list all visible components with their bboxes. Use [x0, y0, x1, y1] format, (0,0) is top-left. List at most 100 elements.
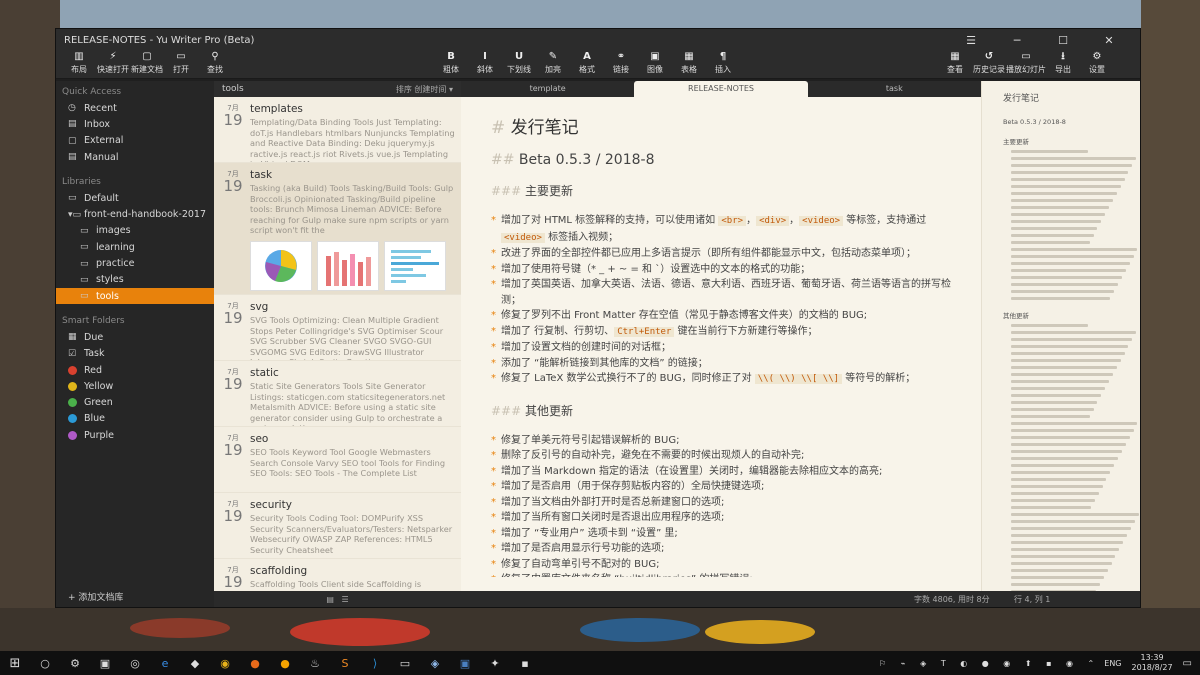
doc-other-updates: 其他更新 [525, 403, 574, 418]
notification-icon[interactable]: ▭ [1183, 658, 1192, 669]
outline-title[interactable]: 发行笔记 [1003, 91, 1132, 104]
list-item[interactable]: 7月 19 static Static Site Generators Tools S… [214, 361, 461, 427]
other-update-item: 修复了单美元符号引起错误解析的 BUG; [491, 433, 969, 449]
format-button[interactable]: A 格式 [570, 51, 604, 75]
color-tag-yellow[interactable]: Yellow [56, 378, 214, 394]
list-view-icon[interactable]: ▤ ☰ [214, 595, 461, 604]
table-icon: ▦ [684, 51, 694, 62]
paragraph-button[interactable]: ¶ 插入 [706, 51, 740, 75]
cube-icon[interactable]: ◈ [420, 657, 450, 670]
history-button[interactable]: ↺ 历史记录 [972, 51, 1006, 75]
tray-icons[interactable]: ⚐ ⌁ ◈ T ◐ ● ◉ ⬆ ▪ ◉ ⌃ [879, 659, 1100, 668]
slides-button[interactable]: ▭ 播放幻灯片 [1006, 51, 1046, 75]
library-images[interactable]: ▭ images [56, 223, 214, 239]
virtualbox-icon[interactable]: ▣ [450, 657, 480, 670]
italic-button[interactable]: I 斜体 [468, 51, 502, 75]
new-doc-button[interactable]: ▢ 新建文档 [130, 51, 164, 75]
app-icon-3[interactable]: ● [270, 657, 300, 670]
library-learning[interactable]: ▭ learning [56, 239, 214, 255]
view-button[interactable]: ▦ 查看 [938, 51, 972, 75]
outline-line [1011, 206, 1110, 209]
editor-pane: template RELEASE-NOTES task # 发行笔记 ## Beta… [461, 81, 981, 607]
app-icon[interactable]: ◎ [120, 657, 150, 670]
list-item[interactable]: 7月 19 task Tasking (aka Build) Tools Taskin… [214, 163, 461, 295]
app-icon-5[interactable]: ▪ [510, 657, 540, 670]
editor-content[interactable]: # 发行笔记 ## Beta 0.5.3 / 2018-8 ### 主要更新 增… [461, 97, 981, 577]
store-icon[interactable]: ▣ [90, 657, 120, 670]
edge-icon[interactable]: e [150, 657, 180, 670]
app-icon-2[interactable]: ◆ [180, 657, 210, 670]
underline-button[interactable]: U 下划线 [502, 51, 536, 75]
app-icon-4[interactable]: ✦ [480, 657, 510, 670]
list-item[interactable]: 7月 19 templates Templating/Data Binding Too… [214, 97, 461, 163]
bold-button[interactable]: B 粗体 [434, 51, 468, 75]
maximize-button[interactable]: ☐ [1040, 34, 1086, 47]
date-day: 19 [223, 111, 243, 129]
outline-main[interactable]: 主要更新 [1003, 136, 1132, 146]
windows-start-icon[interactable]: ⊞ [0, 656, 30, 671]
library-practice[interactable]: ▭ practice [56, 255, 214, 271]
sidebar-item-external[interactable]: ▢ External [56, 133, 214, 149]
steam-icon[interactable]: ♨ [300, 657, 330, 670]
document-list: tools 排序 创建时间 ▾ 7月 19 templates Templating/… [214, 81, 461, 607]
outline-line [1011, 506, 1091, 509]
library-tools[interactable]: ▭ tools [56, 287, 214, 305]
other-update-item: 增加了是否启用显示行号功能的选项; [491, 541, 969, 557]
outline-line [1011, 373, 1113, 376]
search-button[interactable]: ⚲ 查找 [198, 51, 232, 75]
add-library-button[interactable]: + 添加文档库 [68, 590, 123, 603]
gear-button[interactable]: ⚙ 设置 [1080, 51, 1114, 75]
app-window: RELEASE-NOTES - Yu Writer Pro (Beta) ☰ ─… [55, 28, 1141, 608]
list-item[interactable]: 7月 19 svg SVG Tools Optimizing: Clean Multi… [214, 295, 461, 361]
color-tag-blue[interactable]: Blue [56, 411, 214, 427]
list-item-excerpt: Tasking (aka Build) Tools Tasking/Build … [250, 183, 454, 235]
thumbnail-pie[interactable] [250, 240, 312, 291]
sidebar-item-manual[interactable]: ▤ Manual [56, 149, 214, 165]
export-button[interactable]: ⭳ 导出 [1046, 51, 1080, 75]
library-Default[interactable]: ▭ Default [56, 190, 214, 206]
sidebar-item-inbox[interactable]: ▤ Inbox [56, 116, 214, 132]
folder-button[interactable]: ▭ 打开 [164, 51, 198, 75]
cortana-icon[interactable]: ○ [30, 657, 60, 670]
image-button[interactable]: ▣ 图像 [638, 51, 672, 75]
minimize-button[interactable]: ─ [994, 34, 1040, 47]
layout-button[interactable]: ▥ 布局 [62, 51, 96, 75]
language-indicator[interactable]: ENG [1104, 659, 1121, 668]
close-button[interactable]: ✕ [1086, 34, 1132, 47]
lightning-icon: ⚡ [109, 51, 117, 62]
tab-task[interactable]: task [808, 81, 981, 97]
tab-release-notes[interactable]: RELEASE-NOTES [634, 81, 808, 97]
outline-version[interactable]: Beta 0.5.3 / 2018-8 [1003, 118, 1132, 126]
tab-template[interactable]: template [461, 81, 634, 97]
color-tag-green[interactable]: Green [56, 394, 214, 410]
sidebar-item-recent[interactable]: ◷ Recent [56, 100, 214, 116]
library-styles[interactable]: ▭ styles [56, 272, 214, 288]
other-update-item: 修复了自动弯单引号不配对的 BUG; [491, 557, 969, 573]
thumbnail-bars[interactable] [317, 240, 379, 291]
library-front-end-handbook-2017[interactable]: ▾▭ front-end-handbook-2017 [56, 206, 214, 222]
menu-icon[interactable]: ☰ [948, 34, 994, 47]
brush-button[interactable]: ✎ 加亮 [536, 51, 570, 75]
color-tag-purple[interactable]: Purple [56, 427, 214, 443]
layout-icon: ▥ [74, 51, 84, 62]
chrome-icon[interactable]: ◉ [210, 657, 240, 670]
smart-folder-due[interactable]: ▦ Due [56, 329, 214, 345]
terminal-icon[interactable]: ▭ [390, 657, 420, 670]
vscode-icon[interactable]: ⟩ [360, 657, 390, 670]
outline-main-lines [1003, 150, 1138, 300]
color-tag-red[interactable]: Red [56, 362, 214, 378]
sort-dropdown[interactable]: 排序 创建时间 ▾ [396, 84, 453, 95]
lightning-button[interactable]: ⚡ 快速打开 [96, 51, 130, 75]
outline-other[interactable]: 其他更新 [1003, 310, 1132, 320]
clock[interactable]: 13:39 2018/8/27 [1132, 653, 1173, 673]
list-item[interactable]: 7月 19 seo SEO Tools Keyword Tool Google Web… [214, 427, 461, 493]
bold-label: 粗体 [443, 65, 459, 74]
settings-icon[interactable]: ⚙ [60, 657, 90, 670]
list-item[interactable]: 7月 19 security Security Tools Coding Tool: … [214, 493, 461, 559]
smart-folder-task[interactable]: ☑ Task [56, 346, 214, 362]
table-button[interactable]: ▦ 表格 [672, 51, 706, 75]
sublime-icon[interactable]: S [330, 657, 360, 670]
thumbnail-hbars[interactable] [384, 240, 446, 291]
firefox-icon[interactable]: ● [240, 657, 270, 670]
link-button[interactable]: ⚭ 链接 [604, 51, 638, 75]
